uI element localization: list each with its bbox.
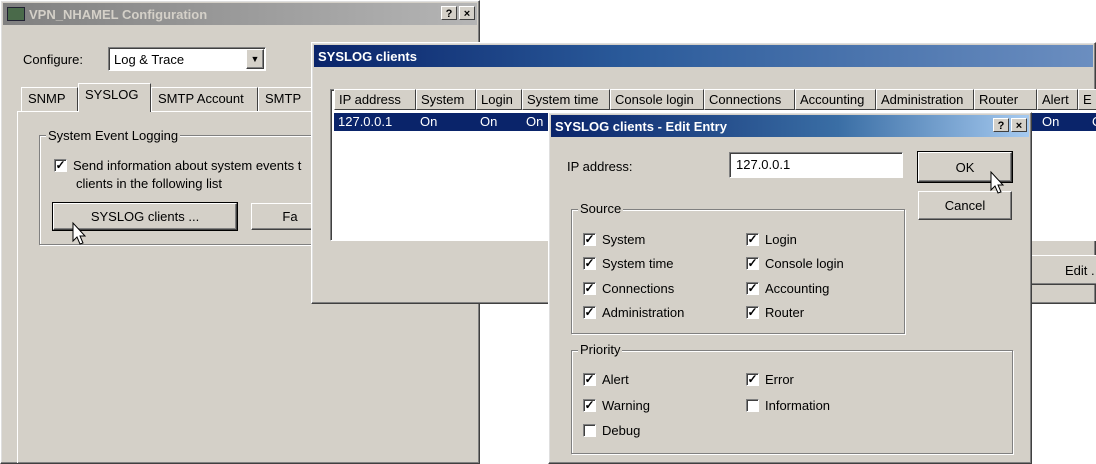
checkbox-label: Login (765, 232, 797, 247)
checkbox-system-time[interactable]: ✓ System time (583, 256, 674, 271)
checkbox-connections[interactable]: ✓ Connections (583, 281, 674, 296)
checkbox-label: Accounting (765, 281, 830, 296)
close-button[interactable]: × (459, 6, 475, 20)
close-button[interactable]: × (1011, 118, 1027, 132)
send-info-checkbox[interactable]: ✓ Send information about system events t (54, 158, 301, 173)
syslog-window-title: SYSLOG clients (318, 48, 417, 64)
checkbox-alert[interactable]: ✓ Alert (583, 372, 629, 387)
checkbox-label: Alert (602, 372, 629, 387)
column-header[interactable]: System time (522, 89, 610, 110)
checkbox-debug[interactable]: Debug (583, 423, 640, 438)
checkmark-icon: ✓ (583, 305, 596, 319)
edit-button[interactable]: Edit . (1030, 255, 1096, 285)
help-button[interactable]: ? (993, 118, 1009, 132)
checkbox-label: System time (602, 256, 674, 271)
tab-smtp-account[interactable]: SMTP Account (151, 87, 258, 111)
checkbox-login[interactable]: ✓ Login (746, 232, 797, 247)
checkmark-icon: ✓ (583, 372, 596, 386)
edit-entry-dialog: SYSLOG clients - Edit Entry ? × IP addre… (548, 112, 1032, 464)
send-info-label-2: clients in the following list (76, 176, 222, 191)
tab-snmp[interactable]: SNMP (21, 87, 78, 111)
mouse-cursor-icon (990, 170, 1005, 194)
table-cell: On (526, 114, 544, 129)
table-cell: On (1092, 114, 1096, 131)
checkbox-label: Information (765, 398, 831, 413)
tab-smtp[interactable]: SMTP (258, 87, 318, 111)
checkbox-label: Router (765, 305, 805, 320)
checkbox-information[interactable]: Information (746, 398, 830, 413)
checkbox-accounting[interactable]: ✓ Accounting (746, 281, 829, 296)
source-title: Source (578, 201, 624, 216)
checkmark-icon: ✓ (583, 256, 596, 270)
mouse-cursor-icon (72, 221, 87, 245)
edit-dialog-title: SYSLOG clients - Edit Entry (555, 118, 727, 134)
checkbox-administration[interactable]: ✓ Administration (583, 305, 684, 320)
ip-address-value: 127.0.0.1 (736, 157, 791, 172)
configure-select[interactable]: Log & Trace ▼ (108, 47, 266, 71)
configure-label: Configure: (23, 52, 83, 67)
checkmark-icon: ✓ (583, 232, 596, 246)
edit-button-label: Edit . (1065, 262, 1095, 278)
app-icon (7, 7, 25, 21)
column-header[interactable]: E (1078, 89, 1096, 110)
checkbox-label: Error (765, 372, 794, 387)
table-cell: On (480, 114, 498, 129)
column-header[interactable]: System (416, 89, 476, 110)
group-title: System Event Logging (46, 128, 181, 143)
checkbox-label: Administration (602, 305, 685, 320)
checkbox-label: Warning (602, 398, 650, 413)
checkbox-system[interactable]: ✓ System (583, 232, 645, 247)
configure-select-value: Log & Trace (114, 52, 185, 67)
help-button[interactable]: ? (441, 6, 457, 20)
checkbox-label: Connections (602, 281, 675, 296)
checkbox-warning[interactable]: ✓ Warning (583, 398, 650, 413)
checkmark-icon: ✓ (746, 256, 759, 270)
column-header[interactable]: Login (476, 89, 522, 110)
send-info-label: Send information about system events t (73, 158, 302, 173)
checkmark-icon: ✓ (746, 372, 759, 386)
table-cell: On (420, 114, 438, 129)
checkbox-label: Debug (602, 423, 641, 438)
checkmark-icon: ✓ (746, 305, 759, 319)
ip-address-input[interactable]: 127.0.0.1 (729, 152, 903, 178)
table-cell: On (1042, 114, 1060, 129)
column-header[interactable]: Accounting (795, 89, 876, 110)
syslog-window-titlebar[interactable]: SYSLOG clients (314, 45, 1093, 67)
checkbox-console-login[interactable]: ✓ Console login (746, 256, 844, 271)
checkbox-label: System (602, 232, 646, 247)
priority-title: Priority (578, 342, 623, 357)
column-header[interactable]: Router (974, 89, 1037, 110)
checkbox-router[interactable]: ✓ Router (746, 305, 804, 320)
edit-dialog-titlebar[interactable]: SYSLOG clients - Edit Entry ? × (551, 115, 1029, 137)
partial-button-label: Fa (282, 209, 298, 224)
checkmark-icon: ✓ (746, 281, 759, 295)
checkbox-label: Console login (765, 256, 844, 271)
checkmark-icon: ✓ (583, 281, 596, 295)
chevron-down-icon[interactable]: ▼ (246, 49, 264, 69)
config-window-titlebar[interactable]: VPN_NHAMEL Configuration ? × (3, 3, 477, 25)
column-header[interactable]: Alert (1037, 89, 1078, 110)
checkmark-icon: ✓ (583, 398, 596, 412)
tab-syslog[interactable]: SYSLOG (78, 83, 151, 112)
table-cell: 127.0.0.1 (338, 114, 393, 129)
ip-address-label: IP address: (567, 159, 633, 174)
config-window-title: VPN_NHAMEL Configuration (29, 6, 208, 22)
empty-checkbox-icon (583, 424, 596, 437)
checkbox-error[interactable]: ✓ Error (746, 372, 794, 387)
checkmark-icon: ✓ (746, 232, 759, 246)
column-header[interactable]: IP address (334, 89, 416, 110)
column-header[interactable]: Administration (876, 89, 974, 110)
checkmark-icon: ✓ (54, 158, 67, 172)
empty-checkbox-icon (746, 399, 759, 412)
column-header[interactable]: Console login (610, 89, 704, 110)
column-header[interactable]: Connections (704, 89, 795, 110)
